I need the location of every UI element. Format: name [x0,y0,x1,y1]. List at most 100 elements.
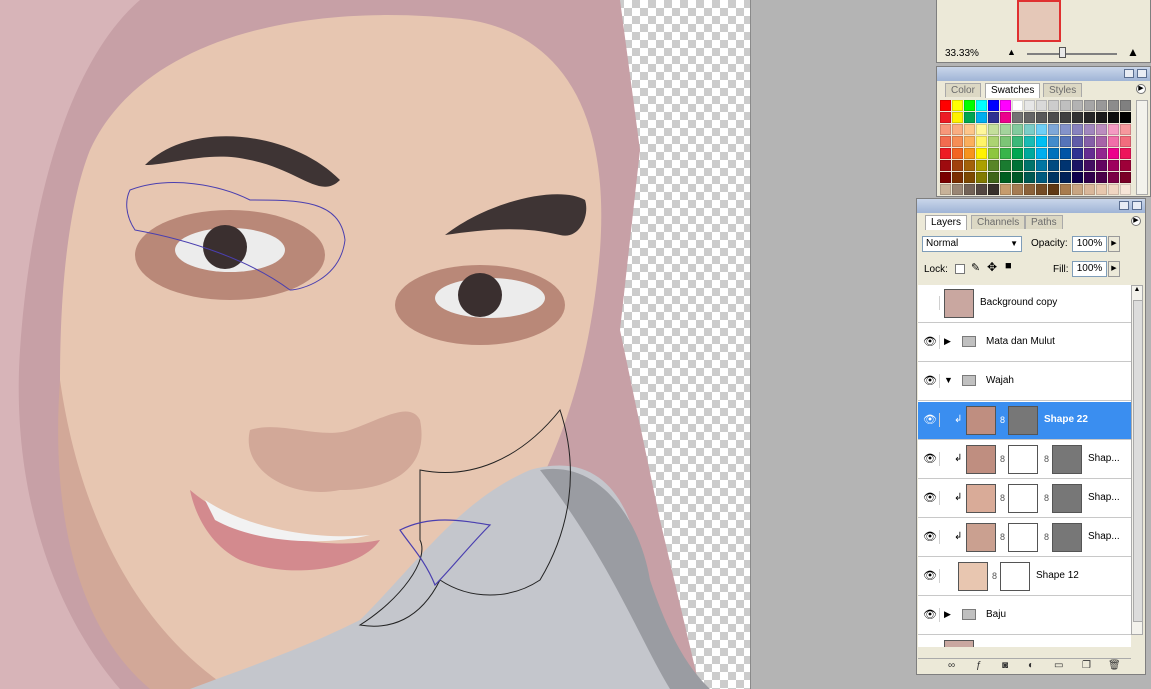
vector-mask-thumbnail[interactable] [1008,523,1038,552]
swatch[interactable] [988,184,999,195]
link-chain-icon[interactable]: 8 [1000,415,1006,426]
swatch[interactable] [952,136,963,147]
swatch[interactable] [940,172,951,183]
swatch[interactable] [1012,136,1023,147]
layers-scrollbar[interactable]: ▲ [1131,285,1143,635]
swatch[interactable] [1120,112,1131,123]
swatch[interactable] [988,136,999,147]
tab-styles[interactable]: Styles [1043,83,1083,97]
swatch[interactable] [1108,136,1119,147]
swatch[interactable] [1012,112,1023,123]
expanded-triangle-icon[interactable]: ▼ [944,375,953,385]
swatch[interactable] [1120,184,1131,195]
swatch[interactable] [1108,160,1119,171]
swatch[interactable] [1072,136,1083,147]
swatch[interactable] [940,112,951,123]
swatch[interactable] [1048,136,1059,147]
swatch[interactable] [964,160,975,171]
swatch[interactable] [1120,136,1131,147]
layer-mask-icon[interactable]: ◙ [1002,661,1008,671]
swatch[interactable] [1108,184,1119,195]
swatch[interactable] [1036,100,1047,111]
swatch[interactable] [940,160,951,171]
zoom-slider-thumb[interactable] [1058,47,1066,58]
layers-panel-titlebar[interactable] [917,199,1145,213]
swatch[interactable] [1024,160,1035,171]
swatch[interactable] [952,160,963,171]
swatch[interactable] [1048,172,1059,183]
swatch[interactable] [1108,172,1119,183]
swatch[interactable] [1000,160,1011,171]
swatch[interactable] [1108,124,1119,135]
navigator-thumbnail[interactable] [1017,0,1061,42]
swatch[interactable] [1120,160,1131,171]
visibility-eye-icon[interactable] [921,296,940,310]
panel-menu-icon[interactable]: ▶ [1131,216,1141,226]
swatch[interactable] [1120,148,1131,159]
swatch[interactable] [1096,148,1107,159]
tab-channels[interactable]: Channels [971,215,1026,229]
swatch[interactable] [1060,112,1071,123]
link-layers-icon[interactable]: ∞ [948,661,955,671]
layer-fill-thumbnail[interactable] [966,406,996,435]
swatch[interactable] [1120,124,1131,135]
swatch[interactable] [976,148,987,159]
delete-layer-icon[interactable]: 🗑 [1108,661,1121,671]
swatch[interactable] [1012,172,1023,183]
swatch[interactable] [1024,100,1035,111]
swatch[interactable] [1096,184,1107,195]
layer-fill-thumbnail[interactable] [966,445,996,474]
tab-swatches[interactable]: Swatches [985,83,1041,98]
vector-mask-thumbnail[interactable] [1008,484,1038,513]
swatch[interactable] [988,112,999,123]
swatch[interactable] [1012,100,1023,111]
swatch[interactable] [1084,112,1095,123]
swatch[interactable] [976,124,987,135]
layer-row[interactable]: 👁 8 Shape 12 [918,558,1131,596]
zoom-out-icon[interactable]: ▲ [1007,47,1016,57]
swatch[interactable] [1108,148,1119,159]
vector-mask-thumbnail[interactable] [1008,445,1038,474]
swatch[interactable] [1012,160,1023,171]
swatch[interactable] [1084,124,1095,135]
link-chain-icon[interactable]: 8 [1044,493,1050,504]
swatch[interactable] [1024,184,1035,195]
visibility-eye-icon[interactable]: 👁 [921,569,940,583]
visibility-eye-icon[interactable]: 👁 [921,374,940,388]
swatch[interactable] [1048,124,1059,135]
layer-fill-thumbnail[interactable] [966,523,996,552]
swatch[interactable] [1084,184,1095,195]
swatch[interactable] [940,184,951,195]
swatch[interactable] [976,112,987,123]
swatch[interactable] [1048,112,1059,123]
swatch[interactable] [1036,160,1047,171]
opacity-arrow-button[interactable]: ▶ [1108,236,1120,252]
swatch[interactable] [1096,124,1107,135]
layer-style-icon[interactable]: ƒ [976,661,982,671]
swatch[interactable] [1072,148,1083,159]
swatch[interactable] [1108,100,1119,111]
swatch[interactable] [1096,100,1107,111]
adjustment-layer-icon[interactable]: ◐ [1028,661,1034,671]
tab-paths[interactable]: Paths [1025,215,1063,229]
lock-transparency-icon[interactable] [955,264,965,274]
swatch[interactable] [1012,148,1023,159]
swatch[interactable] [988,124,999,135]
swatch[interactable] [988,172,999,183]
swatch[interactable] [964,172,975,183]
tab-layers[interactable]: Layers [925,215,968,230]
swatch[interactable] [1060,148,1071,159]
swatch[interactable] [952,148,963,159]
swatch[interactable] [940,124,951,135]
swatch[interactable] [1072,172,1083,183]
swatch[interactable] [976,184,987,195]
swatch[interactable] [1048,100,1059,111]
swatch[interactable] [964,112,975,123]
tab-color[interactable]: Color [945,83,981,97]
minimize-button[interactable] [1124,69,1134,78]
swatch[interactable] [1072,160,1083,171]
visibility-eye-icon[interactable]: 👁 [921,530,940,544]
new-layer-icon[interactable]: ❐ [1082,661,1091,671]
collapsed-triangle-icon[interactable]: ▶ [944,609,951,620]
close-button[interactable] [1132,201,1142,210]
